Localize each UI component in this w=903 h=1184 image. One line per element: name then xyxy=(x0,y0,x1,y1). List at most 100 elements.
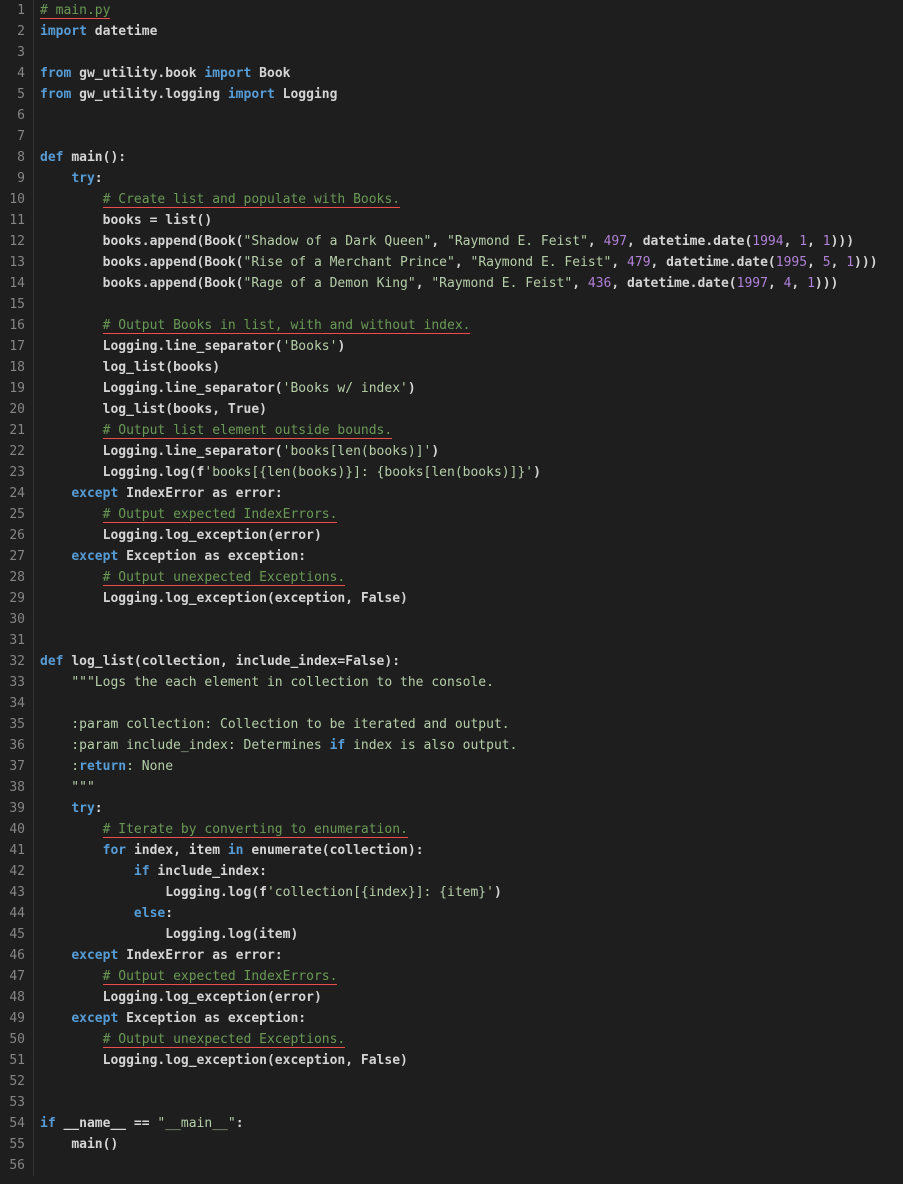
code-line[interactable]: def log_list(collection, include_index=F… xyxy=(40,651,878,672)
code-line[interactable] xyxy=(40,609,878,630)
line-number: 56 xyxy=(4,1155,25,1176)
code-line[interactable]: :param include_index: Determines if inde… xyxy=(40,735,878,756)
line-number: 39 xyxy=(4,798,25,819)
code-line[interactable]: # Output unexpected Exceptions. xyxy=(40,1029,878,1050)
code-line[interactable]: else: xyxy=(40,903,878,924)
code-line[interactable]: from gw_utility.logging import Logging xyxy=(40,84,878,105)
code-line[interactable] xyxy=(40,1155,878,1176)
line-number: 26 xyxy=(4,525,25,546)
code-line[interactable]: def main(): xyxy=(40,147,878,168)
code-area[interactable]: # main.pyimport datetime from gw_utility… xyxy=(34,0,878,1176)
line-number: 14 xyxy=(4,273,25,294)
line-number: 55 xyxy=(4,1134,25,1155)
code-line[interactable] xyxy=(40,294,878,315)
line-number-gutter: 1234567891011121314151617181920212223242… xyxy=(0,0,34,1176)
line-number: 25 xyxy=(4,504,25,525)
code-line[interactable]: except IndexError as error: xyxy=(40,483,878,504)
code-line[interactable] xyxy=(40,42,878,63)
line-number: 37 xyxy=(4,756,25,777)
code-line[interactable] xyxy=(40,126,878,147)
code-line[interactable]: # Output expected IndexErrors. xyxy=(40,504,878,525)
code-line[interactable]: except Exception as exception: xyxy=(40,546,878,567)
line-number: 22 xyxy=(4,441,25,462)
code-line[interactable]: log_list(books, True) xyxy=(40,399,878,420)
line-number: 53 xyxy=(4,1092,25,1113)
line-number: 42 xyxy=(4,861,25,882)
code-line[interactable] xyxy=(40,1071,878,1092)
code-line[interactable]: Logging.log(f'collection[{index}]: {item… xyxy=(40,882,878,903)
code-line[interactable]: try: xyxy=(40,798,878,819)
code-line[interactable]: # Create list and populate with Books. xyxy=(40,189,878,210)
line-number: 47 xyxy=(4,966,25,987)
line-number: 48 xyxy=(4,987,25,1008)
code-line[interactable]: Logging.log_exception(exception, False) xyxy=(40,1050,878,1071)
code-line[interactable]: # Output list element outside bounds. xyxy=(40,420,878,441)
line-number: 46 xyxy=(4,945,25,966)
code-line[interactable]: books.append(Book("Shadow of a Dark Quee… xyxy=(40,231,878,252)
line-number: 6 xyxy=(4,105,25,126)
line-number: 20 xyxy=(4,399,25,420)
code-editor[interactable]: 1234567891011121314151617181920212223242… xyxy=(0,0,903,1176)
line-number: 43 xyxy=(4,882,25,903)
code-line[interactable]: if __name__ == "__main__": xyxy=(40,1113,878,1134)
code-line[interactable] xyxy=(40,105,878,126)
line-number: 35 xyxy=(4,714,25,735)
line-number: 16 xyxy=(4,315,25,336)
code-line[interactable]: books = list() xyxy=(40,210,878,231)
code-line[interactable]: Logging.log_exception(error) xyxy=(40,525,878,546)
code-line[interactable] xyxy=(40,1092,878,1113)
line-number: 5 xyxy=(4,84,25,105)
code-line[interactable]: Logging.log(f'books[{len(books)}]: {book… xyxy=(40,462,878,483)
line-number: 12 xyxy=(4,231,25,252)
line-number: 54 xyxy=(4,1113,25,1134)
code-line[interactable]: try: xyxy=(40,168,878,189)
code-line[interactable] xyxy=(40,630,878,651)
code-line[interactable]: if include_index: xyxy=(40,861,878,882)
code-line[interactable]: log_list(books) xyxy=(40,357,878,378)
line-number: 21 xyxy=(4,420,25,441)
code-line[interactable]: # Iterate by converting to enumeration. xyxy=(40,819,878,840)
line-number: 10 xyxy=(4,189,25,210)
code-line[interactable]: except Exception as exception: xyxy=(40,1008,878,1029)
line-number: 32 xyxy=(4,651,25,672)
line-number: 9 xyxy=(4,168,25,189)
code-line[interactable] xyxy=(40,693,878,714)
line-number: 30 xyxy=(4,609,25,630)
line-number: 40 xyxy=(4,819,25,840)
code-line[interactable]: # main.py xyxy=(40,0,878,21)
code-line[interactable]: # Output Books in list, with and without… xyxy=(40,315,878,336)
line-number: 28 xyxy=(4,567,25,588)
code-line[interactable]: Logging.line_separator('Books') xyxy=(40,336,878,357)
code-line[interactable]: :return: None xyxy=(40,756,878,777)
code-line[interactable]: for index, item in enumerate(collection)… xyxy=(40,840,878,861)
code-line[interactable]: Logging.line_separator('Books w/ index') xyxy=(40,378,878,399)
code-line[interactable]: except IndexError as error: xyxy=(40,945,878,966)
line-number: 41 xyxy=(4,840,25,861)
line-number: 8 xyxy=(4,147,25,168)
line-number: 24 xyxy=(4,483,25,504)
code-line[interactable]: Logging.log_exception(exception, False) xyxy=(40,588,878,609)
code-line[interactable]: """Logs the each element in collection t… xyxy=(40,672,878,693)
line-number: 34 xyxy=(4,693,25,714)
code-line[interactable]: Logging.log(item) xyxy=(40,924,878,945)
line-number: 1 xyxy=(4,0,25,21)
code-line[interactable]: import datetime xyxy=(40,21,878,42)
line-number: 36 xyxy=(4,735,25,756)
line-number: 49 xyxy=(4,1008,25,1029)
code-line[interactable]: """ xyxy=(40,777,878,798)
code-line[interactable]: from gw_utility.book import Book xyxy=(40,63,878,84)
code-line[interactable]: # Output expected IndexErrors. xyxy=(40,966,878,987)
code-line[interactable]: books.append(Book("Rise of a Merchant Pr… xyxy=(40,252,878,273)
code-line[interactable]: main() xyxy=(40,1134,878,1155)
line-number: 29 xyxy=(4,588,25,609)
code-line[interactable]: :param collection: Collection to be iter… xyxy=(40,714,878,735)
code-line[interactable]: books.append(Book("Rage of a Demon King"… xyxy=(40,273,878,294)
code-line[interactable]: Logging.line_separator('books[len(books)… xyxy=(40,441,878,462)
line-number: 33 xyxy=(4,672,25,693)
line-number: 51 xyxy=(4,1050,25,1071)
line-number: 52 xyxy=(4,1071,25,1092)
code-line[interactable]: Logging.log_exception(error) xyxy=(40,987,878,1008)
line-number: 17 xyxy=(4,336,25,357)
code-line[interactable]: # Output unexpected Exceptions. xyxy=(40,567,878,588)
line-number: 4 xyxy=(4,63,25,84)
